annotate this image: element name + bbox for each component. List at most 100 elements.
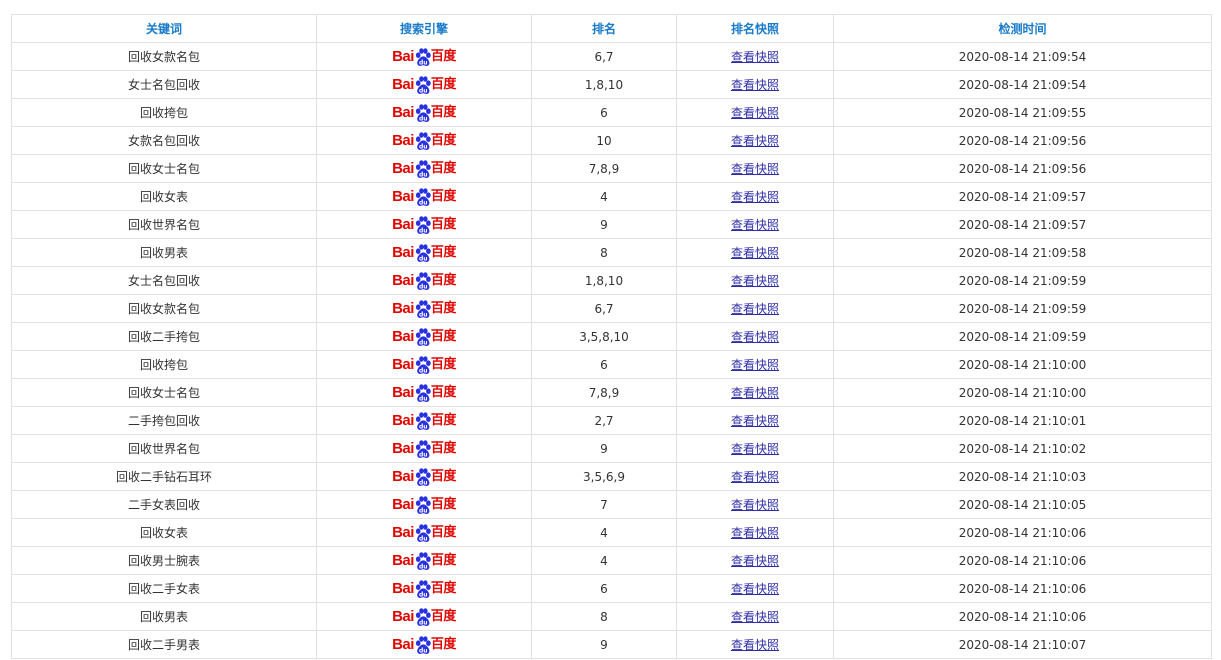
view-snapshot-link[interactable]: 查看快照	[731, 554, 779, 568]
table-row: 二手女表回收 Bai du 百度 7 查看快照 2020-08-14 21:10…	[11, 490, 1212, 519]
snapshot-cell: 查看快照	[676, 238, 834, 267]
check-time-cell: 2020-08-14 21:10:01	[833, 406, 1212, 435]
check-time-cell: 2020-08-14 21:09:56	[833, 154, 1212, 183]
view-snapshot-link[interactable]: 查看快照	[731, 610, 779, 624]
baidu-paw-icon: du	[415, 467, 431, 486]
view-snapshot-link[interactable]: 查看快照	[731, 386, 779, 400]
table-row: 回收二手钻石耳环 Bai du 百度 3,5,6,9 查看快照 2020-08-…	[11, 462, 1212, 491]
view-snapshot-link[interactable]: 查看快照	[731, 498, 779, 512]
keyword-cell: 回收女表	[11, 518, 317, 547]
keyword-cell: 回收男表	[11, 238, 317, 267]
view-snapshot-link[interactable]: 查看快照	[731, 218, 779, 232]
baidu-paw-icon: du	[415, 607, 431, 626]
snapshot-cell: 查看快照	[676, 574, 834, 603]
table-row: 女士名包回收 Bai du 百度 1,8,10 查看快照 2020-08-14 …	[11, 70, 1212, 99]
snapshot-cell: 查看快照	[676, 406, 834, 435]
baidu-logo-latin: Bai	[392, 272, 414, 289]
rank-results-table: 关键词 搜索引擎 排名 排名快照 检测时间 回收女款名包 Bai du 百度 6…	[11, 14, 1212, 659]
baidu-logo: Bai du 百度	[392, 187, 456, 207]
baidu-logo-latin: Bai	[392, 104, 414, 121]
snapshot-cell: 查看快照	[676, 350, 834, 379]
view-snapshot-link[interactable]: 查看快照	[731, 330, 779, 344]
baidu-logo-latin: Bai	[392, 48, 414, 65]
view-snapshot-link[interactable]: 查看快照	[731, 302, 779, 316]
check-time-cell: 2020-08-14 21:09:54	[833, 42, 1212, 71]
baidu-paw-icon: du	[415, 271, 431, 290]
table-row: 回收世界名包 Bai du 百度 9 查看快照 2020-08-14 21:09…	[11, 210, 1212, 239]
baidu-logo: Bai du 百度	[392, 355, 456, 375]
baidu-logo-chinese: 百度	[430, 637, 457, 652]
keyword-cell: 二手女表回收	[11, 490, 317, 519]
svg-text:du: du	[419, 143, 428, 150]
view-snapshot-link[interactable]: 查看快照	[731, 442, 779, 456]
view-snapshot-link[interactable]: 查看快照	[731, 78, 779, 92]
search-engine-cell: Bai du 百度	[316, 518, 532, 547]
header-rank-snapshot: 排名快照	[676, 14, 834, 43]
baidu-logo: Bai du 百度	[392, 103, 456, 123]
search-engine-cell: Bai du 百度	[316, 462, 532, 491]
snapshot-cell: 查看快照	[676, 434, 834, 463]
keyword-cell: 回收女士名包	[11, 154, 317, 183]
view-snapshot-link[interactable]: 查看快照	[731, 274, 779, 288]
baidu-logo-latin: Bai	[392, 356, 414, 373]
keyword-cell: 回收女款名包	[11, 294, 317, 323]
table-row: 回收挎包 Bai du 百度 6 查看快照 2020-08-14 21:09:5…	[11, 98, 1212, 127]
baidu-logo-latin: Bai	[392, 160, 414, 177]
view-snapshot-link[interactable]: 查看快照	[731, 190, 779, 204]
baidu-paw-icon: du	[415, 635, 431, 654]
baidu-logo-chinese: 百度	[430, 133, 457, 148]
check-time-cell: 2020-08-14 21:10:03	[833, 462, 1212, 491]
view-snapshot-link[interactable]: 查看快照	[731, 526, 779, 540]
table-row: 女款名包回收 Bai du 百度 10 查看快照 2020-08-14 21:0…	[11, 126, 1212, 155]
view-snapshot-link[interactable]: 查看快照	[731, 470, 779, 484]
baidu-logo-latin: Bai	[392, 328, 414, 345]
check-time-cell: 2020-08-14 21:10:05	[833, 490, 1212, 519]
search-engine-cell: Bai du 百度	[316, 238, 532, 267]
baidu-logo: Bai du 百度	[392, 299, 456, 319]
baidu-logo-chinese: 百度	[430, 273, 457, 288]
keyword-cell: 回收二手挎包	[11, 322, 317, 351]
svg-text:du: du	[419, 59, 428, 66]
check-time-cell: 2020-08-14 21:09:58	[833, 238, 1212, 267]
svg-text:du: du	[419, 199, 428, 206]
view-snapshot-link[interactable]: 查看快照	[731, 50, 779, 64]
snapshot-cell: 查看快照	[676, 154, 834, 183]
view-snapshot-link[interactable]: 查看快照	[731, 246, 779, 260]
baidu-logo: Bai du 百度	[392, 579, 456, 599]
view-snapshot-link[interactable]: 查看快照	[731, 358, 779, 372]
baidu-paw-icon: du	[415, 131, 431, 150]
rank-cell: 4	[531, 518, 677, 547]
search-engine-cell: Bai du 百度	[316, 434, 532, 463]
view-snapshot-link[interactable]: 查看快照	[731, 162, 779, 176]
snapshot-cell: 查看快照	[676, 602, 834, 631]
baidu-logo: Bai du 百度	[392, 243, 456, 263]
baidu-logo-chinese: 百度	[430, 161, 457, 176]
snapshot-cell: 查看快照	[676, 378, 834, 407]
snapshot-cell: 查看快照	[676, 126, 834, 155]
keyword-cell: 女士名包回收	[11, 266, 317, 295]
baidu-logo-chinese: 百度	[430, 525, 457, 540]
view-snapshot-link[interactable]: 查看快照	[731, 134, 779, 148]
search-engine-cell: Bai du 百度	[316, 266, 532, 295]
rank-cell: 4	[531, 182, 677, 211]
table-row: 回收女款名包 Bai du 百度 6,7 查看快照 2020-08-14 21:…	[11, 294, 1212, 323]
rank-cell: 6,7	[531, 294, 677, 323]
view-snapshot-link[interactable]: 查看快照	[731, 638, 779, 652]
view-snapshot-link[interactable]: 查看快照	[731, 414, 779, 428]
view-snapshot-link[interactable]: 查看快照	[731, 582, 779, 596]
table-row: 回收世界名包 Bai du 百度 9 查看快照 2020-08-14 21:10…	[11, 434, 1212, 463]
svg-text:du: du	[419, 311, 428, 318]
svg-text:du: du	[419, 507, 428, 514]
svg-text:du: du	[419, 591, 428, 598]
view-snapshot-link[interactable]: 查看快照	[731, 106, 779, 120]
rank-cell: 10	[531, 126, 677, 155]
rank-cell: 2,7	[531, 406, 677, 435]
baidu-logo-chinese: 百度	[430, 189, 457, 204]
check-time-cell: 2020-08-14 21:10:00	[833, 350, 1212, 379]
baidu-logo: Bai du 百度	[392, 271, 456, 291]
rank-cell: 9	[531, 630, 677, 659]
baidu-logo-chinese: 百度	[430, 553, 457, 568]
rank-cell: 6,7	[531, 42, 677, 71]
baidu-logo-latin: Bai	[392, 636, 414, 653]
keyword-cell: 回收二手钻石耳环	[11, 462, 317, 491]
